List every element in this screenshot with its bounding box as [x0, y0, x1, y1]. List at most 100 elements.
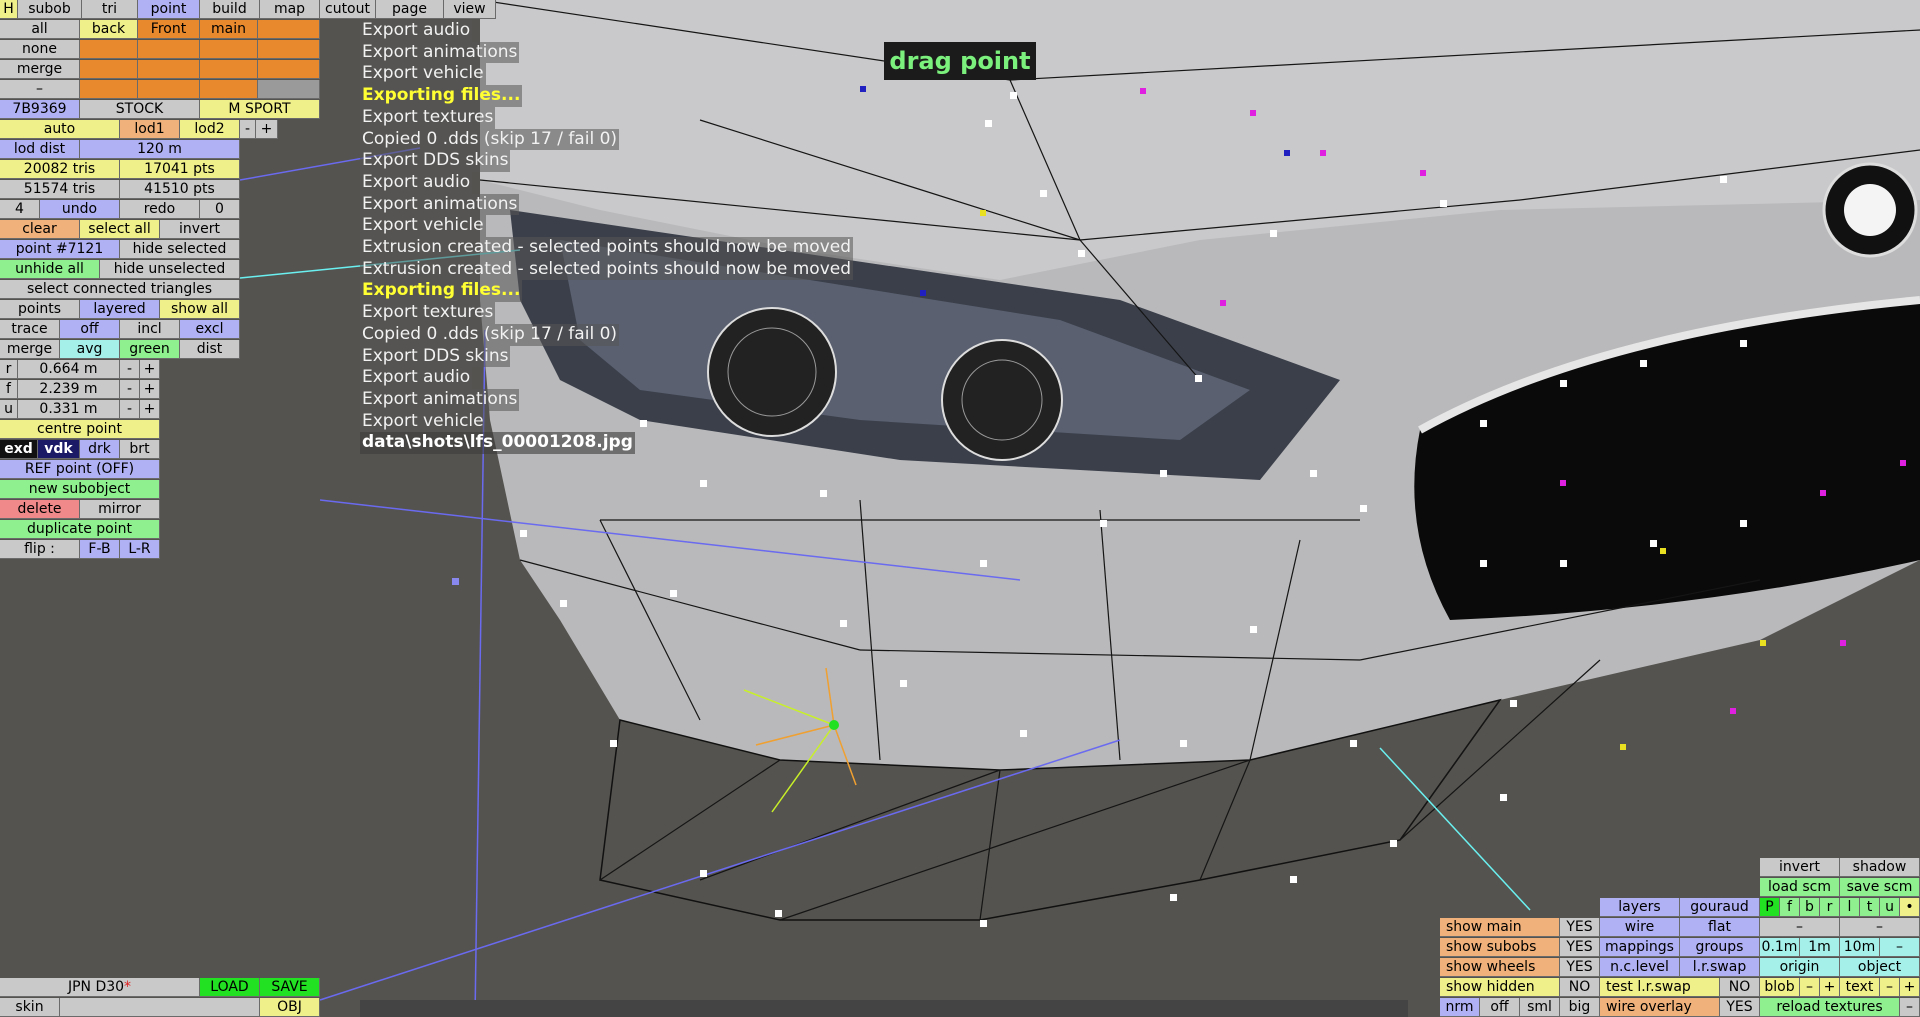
- r-value[interactable]: 0.664 m: [18, 360, 120, 379]
- layer-slot[interactable]: [80, 60, 138, 79]
- green-button[interactable]: green: [120, 340, 180, 359]
- redo-button[interactable]: redo: [120, 200, 200, 219]
- tab-view[interactable]: view: [444, 0, 496, 19]
- empty-slot-2[interactable]: –: [1840, 918, 1920, 937]
- nrm-button[interactable]: nrm: [1440, 998, 1480, 1017]
- lod-minus-button[interactable]: -: [240, 120, 256, 139]
- text-minus-button[interactable]: –: [1880, 978, 1900, 997]
- show-all-button[interactable]: show all: [160, 300, 240, 319]
- view-dot-button[interactable]: •: [1900, 898, 1920, 917]
- unhide-all-button[interactable]: unhide all: [0, 260, 100, 279]
- select-all-button[interactable]: select all: [80, 220, 160, 239]
- skin-field[interactable]: [60, 998, 260, 1017]
- trace-excl-button[interactable]: excl: [180, 320, 240, 339]
- trace-incl-button[interactable]: incl: [120, 320, 180, 339]
- wire-overlay-value[interactable]: YES: [1720, 998, 1760, 1017]
- view-r-button[interactable]: r: [1820, 898, 1840, 917]
- layer-slot[interactable]: [138, 40, 200, 59]
- duplicate-point-button[interactable]: duplicate point: [0, 520, 160, 539]
- off-button[interactable]: off: [1480, 998, 1520, 1017]
- tab-tri[interactable]: tri: [82, 0, 138, 19]
- test-lrswap-label[interactable]: test l.r.swap: [1600, 978, 1720, 997]
- dash-button[interactable]: –: [0, 80, 80, 99]
- gouraud-button[interactable]: gouraud: [1680, 898, 1760, 917]
- view-f-button[interactable]: f: [1780, 898, 1800, 917]
- delete-button[interactable]: delete: [0, 500, 80, 519]
- 3d-viewport[interactable]: [0, 0, 1920, 1017]
- groups-button[interactable]: groups: [1680, 938, 1760, 957]
- obj-button[interactable]: OBJ: [260, 998, 320, 1017]
- view-l-button[interactable]: l: [1840, 898, 1860, 917]
- u-plus-button[interactable]: +: [140, 400, 160, 419]
- save-scm-button[interactable]: save scm: [1840, 878, 1920, 897]
- grid-01m-button[interactable]: 0.1m: [1760, 938, 1800, 957]
- lod-dist-value[interactable]: 120 m: [80, 140, 240, 159]
- nclevel-button[interactable]: n.c.level: [1600, 958, 1680, 977]
- avg-button[interactable]: avg: [60, 340, 120, 359]
- layered-button[interactable]: layered: [80, 300, 160, 319]
- grid-10m-button[interactable]: 10m: [1840, 938, 1880, 957]
- layer-slot[interactable]: [200, 60, 258, 79]
- stock-button[interactable]: STOCK: [80, 100, 200, 119]
- back-button[interactable]: back: [80, 20, 138, 39]
- load-scm-button[interactable]: load scm: [1760, 878, 1840, 897]
- grid-minus-button[interactable]: –: [1880, 938, 1920, 957]
- grid-1m-button[interactable]: 1m: [1800, 938, 1840, 957]
- h-button[interactable]: H: [0, 0, 18, 19]
- ref-point-button[interactable]: REF point (OFF): [0, 460, 160, 479]
- auto-button[interactable]: auto: [0, 120, 120, 139]
- layer-slot[interactable]: [138, 60, 200, 79]
- car-name[interactable]: JPN D30*: [0, 978, 200, 997]
- r-minus-button[interactable]: -: [120, 360, 140, 379]
- u-minus-button[interactable]: -: [120, 400, 140, 419]
- layer-slot[interactable]: [258, 40, 320, 59]
- blob-minus-button[interactable]: –: [1800, 978, 1820, 997]
- vdk-button[interactable]: vdk: [38, 440, 80, 459]
- tab-cutout[interactable]: cutout: [320, 0, 376, 19]
- layer-slot[interactable]: [258, 80, 320, 99]
- save-button[interactable]: SAVE: [260, 978, 320, 997]
- text-plus-button[interactable]: +: [1900, 978, 1920, 997]
- show-main-label[interactable]: show main: [1440, 918, 1560, 937]
- show-wheels-label[interactable]: show wheels: [1440, 958, 1560, 977]
- points-button[interactable]: points: [0, 300, 80, 319]
- tail-button[interactable]: –: [1900, 998, 1920, 1017]
- invert-button[interactable]: invert: [160, 220, 240, 239]
- origin-button[interactable]: origin: [1760, 958, 1840, 977]
- show-hidden-value[interactable]: NO: [1560, 978, 1600, 997]
- lod-plus-button[interactable]: +: [256, 120, 278, 139]
- invert-view-button[interactable]: invert: [1760, 858, 1840, 877]
- blob-plus-button[interactable]: +: [1820, 978, 1840, 997]
- tab-map[interactable]: map: [260, 0, 320, 19]
- new-subobject-button[interactable]: new subobject: [0, 480, 160, 499]
- trace-off-button[interactable]: off: [60, 320, 120, 339]
- mappings-button[interactable]: mappings: [1600, 938, 1680, 957]
- lrswap-button[interactable]: l.r.swap: [1680, 958, 1760, 977]
- layer-slot[interactable]: [258, 60, 320, 79]
- show-subobs-value[interactable]: YES: [1560, 938, 1600, 957]
- layer-slot[interactable]: [258, 20, 320, 39]
- car-id[interactable]: 7B9369: [0, 100, 80, 119]
- point-number[interactable]: point #7121: [0, 240, 120, 259]
- f-value[interactable]: 2.239 m: [18, 380, 120, 399]
- reload-textures-button[interactable]: reload textures: [1760, 998, 1900, 1017]
- show-subobs-label[interactable]: show subobs: [1440, 938, 1560, 957]
- test-lrswap-value[interactable]: NO: [1720, 978, 1760, 997]
- tab-build[interactable]: build: [200, 0, 260, 19]
- flip-fb-button[interactable]: F-B: [80, 540, 120, 559]
- layer-slot[interactable]: [80, 40, 138, 59]
- msport-button[interactable]: M SPORT: [200, 100, 320, 119]
- brt-button[interactable]: brt: [120, 440, 160, 459]
- view-t-button[interactable]: t: [1860, 898, 1880, 917]
- layer-slot[interactable]: [200, 80, 258, 99]
- exd-button[interactable]: exd: [0, 440, 38, 459]
- shadow-button[interactable]: shadow: [1840, 858, 1920, 877]
- view-b-button[interactable]: b: [1800, 898, 1820, 917]
- view-u-button[interactable]: u: [1880, 898, 1900, 917]
- tab-page[interactable]: page: [376, 0, 444, 19]
- undo-button[interactable]: undo: [40, 200, 120, 219]
- select-connected-button[interactable]: select connected triangles: [0, 280, 240, 299]
- layer-slot[interactable]: [138, 80, 200, 99]
- merge-button[interactable]: merge: [0, 60, 80, 79]
- wire-button[interactable]: wire: [1600, 918, 1680, 937]
